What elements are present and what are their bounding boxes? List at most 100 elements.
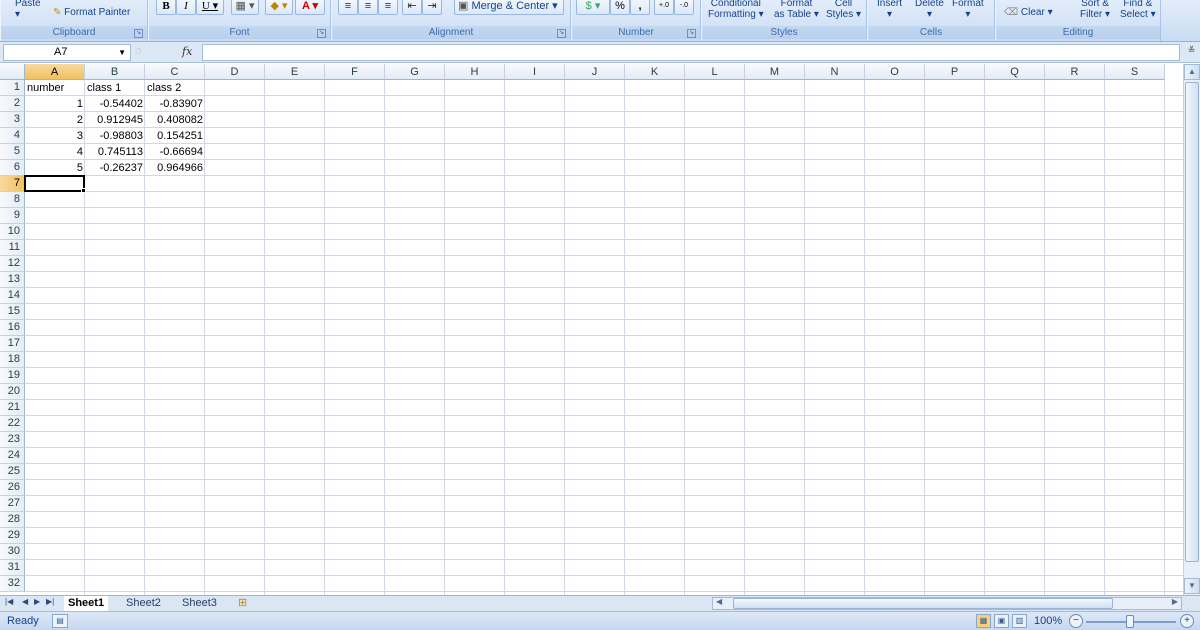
increase-decimal-button[interactable]: +.0 xyxy=(654,0,674,15)
decrease-decimal-button[interactable]: -.0 xyxy=(674,0,694,15)
macro-record-icon[interactable]: ▤ xyxy=(52,614,68,628)
row-header-23[interactable]: 23 xyxy=(0,432,25,448)
row-header-27[interactable]: 27 xyxy=(0,496,25,512)
delete-button[interactable]: Delete ▾ xyxy=(915,0,944,20)
format-painter-button[interactable]: ✎ Format Painter xyxy=(53,7,130,18)
insert-function-button[interactable]: fx xyxy=(182,45,192,58)
cell-a5[interactable]: 4 xyxy=(25,144,85,160)
font-launcher-icon[interactable]: ↘ xyxy=(317,29,326,38)
scroll-left-icon[interactable]: ◀ xyxy=(716,597,722,606)
formula-input[interactable] xyxy=(202,44,1180,61)
row-header-31[interactable]: 31 xyxy=(0,560,25,576)
zoom-in-icon[interactable]: + xyxy=(1180,614,1194,628)
bold-button[interactable]: B xyxy=(156,0,176,15)
number-launcher-icon[interactable]: ↘ xyxy=(687,29,696,38)
cell-header-b[interactable]: class 1 xyxy=(85,80,145,96)
row-header-11[interactable]: 11 xyxy=(0,240,25,256)
column-header-m[interactable]: M xyxy=(745,64,805,80)
row-header-3[interactable]: 3 xyxy=(0,112,25,128)
insert-button[interactable]: Insert ▾ xyxy=(877,0,902,20)
row-header-5[interactable]: 5 xyxy=(0,144,25,160)
scroll-up-icon[interactable]: ▲ xyxy=(1184,64,1200,80)
prev-sheet-icon[interactable]: ◀ xyxy=(22,597,28,606)
row-header-13[interactable]: 13 xyxy=(0,272,25,288)
zoom-level[interactable]: 100% xyxy=(1034,615,1062,627)
row-header-32[interactable]: 32 xyxy=(0,576,25,592)
horizontal-scroll-thumb[interactable] xyxy=(733,598,1113,609)
cell-a3[interactable]: 2 xyxy=(25,112,85,128)
alignment-launcher-icon[interactable]: ↘ xyxy=(557,29,566,38)
worksheet-grid[interactable]: A B C D E F G H I J K L M N O P Q R S 1 2 3 4 5 6 7 8 9 10 11 12 13 14 15… xyxy=(0,64,1183,595)
normal-view-icon[interactable]: ▦ xyxy=(976,614,991,628)
column-header-k[interactable]: K xyxy=(625,64,685,80)
cell-a2[interactable]: 1 xyxy=(25,96,85,112)
format-cells-button[interactable]: Format ▾ xyxy=(952,0,984,20)
row-header-21[interactable]: 21 xyxy=(0,400,25,416)
paste-button[interactable]: Paste ▾ xyxy=(15,0,41,20)
find-select-button[interactable]: Find & Select ▾ xyxy=(1120,0,1156,20)
row-header-16[interactable]: 16 xyxy=(0,320,25,336)
comma-button[interactable]: , xyxy=(630,0,650,15)
cell-c4[interactable]: 0.154251 xyxy=(145,128,205,144)
row-header-14[interactable]: 14 xyxy=(0,288,25,304)
column-header-j[interactable]: J xyxy=(565,64,625,80)
name-box[interactable]: A7 ▼ xyxy=(3,44,131,61)
cell-b5[interactable]: 0.745113 xyxy=(85,144,145,160)
vertical-scrollbar[interactable]: ▲ ▼ xyxy=(1183,64,1200,595)
column-header-p[interactable]: P xyxy=(925,64,985,80)
cell-c3[interactable]: 0.408082 xyxy=(145,112,205,128)
column-header-o[interactable]: O xyxy=(865,64,925,80)
percent-button[interactable]: % xyxy=(610,0,630,15)
column-header-e[interactable]: E xyxy=(265,64,325,80)
row-header-10[interactable]: 10 xyxy=(0,224,25,240)
row-header-12[interactable]: 12 xyxy=(0,256,25,272)
row-header-19[interactable]: 19 xyxy=(0,368,25,384)
sheet-tab-sheet3[interactable]: Sheet3 xyxy=(178,596,221,611)
row-header-9[interactable]: 9 xyxy=(0,208,25,224)
zoom-slider-thumb[interactable] xyxy=(1126,615,1134,628)
row-header-17[interactable]: 17 xyxy=(0,336,25,352)
row-header-24[interactable]: 24 xyxy=(0,448,25,464)
sort-filter-button[interactable]: Sort & Filter ▾ xyxy=(1080,0,1110,20)
active-cell-border[interactable] xyxy=(24,175,85,192)
first-sheet-icon[interactable]: |◀ xyxy=(5,597,13,606)
select-all-corner[interactable] xyxy=(0,64,25,80)
row-header-1[interactable]: 1 xyxy=(0,80,25,96)
cell-c2[interactable]: -0.83907 xyxy=(145,96,205,112)
row-header-6[interactable]: 6 xyxy=(0,160,25,176)
italic-button[interactable]: I xyxy=(176,0,196,15)
row-header-2[interactable]: 2 xyxy=(0,96,25,112)
row-header-4[interactable]: 4 xyxy=(0,128,25,144)
row-header-29[interactable]: 29 xyxy=(0,528,25,544)
column-header-f[interactable]: F xyxy=(325,64,385,80)
row-header-8[interactable]: 8 xyxy=(0,192,25,208)
decrease-indent-button[interactable]: ⇤ xyxy=(402,0,422,15)
align-right-button[interactable]: ≡ xyxy=(378,0,398,15)
cell-b6[interactable]: -0.26237 xyxy=(85,160,145,176)
cell-c6[interactable]: 0.964966 xyxy=(145,160,205,176)
sheet-tab-sheet2[interactable]: Sheet2 xyxy=(122,596,165,611)
row-header-15[interactable]: 15 xyxy=(0,304,25,320)
horizontal-scrollbar[interactable]: ▶ ◀ xyxy=(712,597,1182,610)
expand-formula-bar-icon[interactable]: ≚ xyxy=(1185,45,1198,60)
row-header-25[interactable]: 25 xyxy=(0,464,25,480)
insert-sheet-icon[interactable]: ⊞ xyxy=(234,596,251,611)
clear-button[interactable]: ⌫ Clear ▾ xyxy=(1004,7,1053,18)
column-header-r[interactable]: R xyxy=(1045,64,1105,80)
column-header-i[interactable]: I xyxy=(505,64,565,80)
row-header-18[interactable]: 18 xyxy=(0,352,25,368)
underline-button[interactable]: U ▾ xyxy=(196,0,224,15)
scroll-down-icon[interactable]: ▼ xyxy=(1184,578,1200,594)
name-box-dropdown-icon[interactable]: ▼ xyxy=(118,45,126,60)
align-left-button[interactable]: ≡ xyxy=(338,0,358,15)
conditional-formatting-button[interactable]: Conditional Formatting ▾ xyxy=(708,0,764,20)
row-header-20[interactable]: 20 xyxy=(0,384,25,400)
fill-handle[interactable] xyxy=(81,188,86,193)
zoom-out-icon[interactable]: − xyxy=(1069,614,1083,628)
increase-indent-button[interactable]: ⇥ xyxy=(422,0,442,15)
fill-color-button[interactable]: ◆ ▾ xyxy=(265,0,293,15)
clipboard-launcher-icon[interactable]: ↘ xyxy=(134,29,143,38)
cell-b3[interactable]: 0.912945 xyxy=(85,112,145,128)
cell-header-a[interactable]: number xyxy=(25,80,85,96)
column-header-a[interactable]: A xyxy=(25,64,85,80)
